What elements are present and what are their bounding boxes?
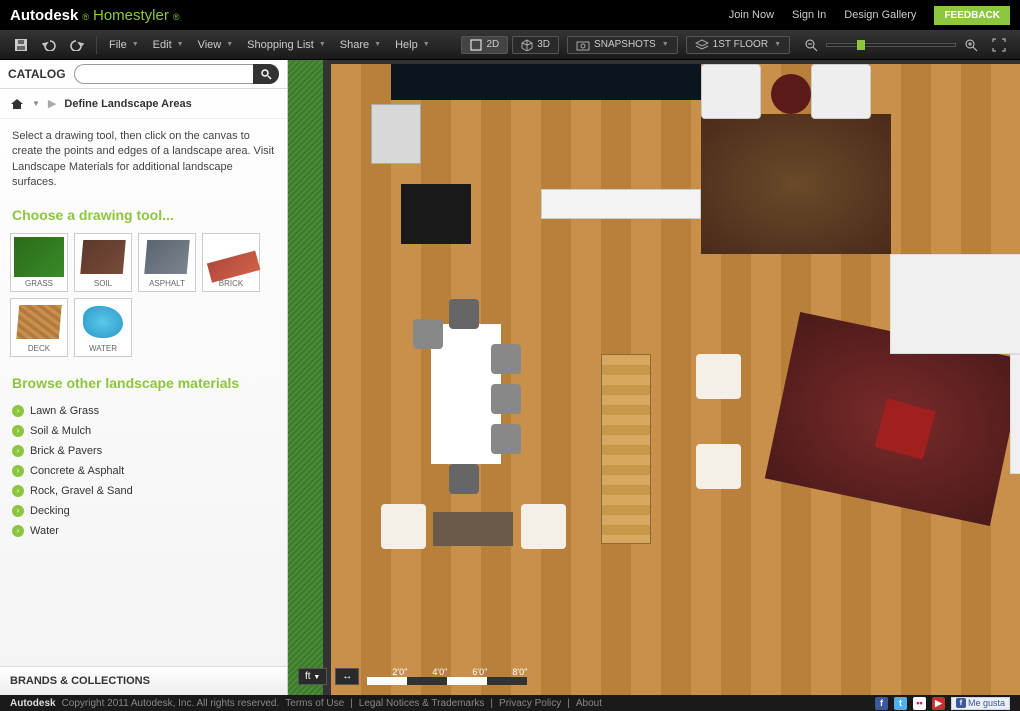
bullet-icon: › — [12, 445, 24, 457]
main-toolbar: File▼ Edit▼ View▼ Shopping List▼ Share▼ … — [0, 30, 1020, 60]
search-button[interactable] — [253, 64, 279, 84]
material-link[interactable]: ›Lawn & Grass — [12, 401, 275, 421]
flickr-icon[interactable]: •• — [913, 697, 926, 710]
chevron-right-icon: ▶ — [48, 97, 56, 110]
view-menu[interactable]: View▼ — [192, 35, 240, 55]
material-link[interactable]: ›Soil & Mulch — [12, 421, 275, 441]
privacy-link[interactable]: Privacy Policy — [499, 698, 561, 709]
footer-brand: Autodesk — [10, 698, 56, 709]
tool-soil[interactable]: SOIL — [74, 233, 132, 292]
bullet-icon: › — [12, 505, 24, 517]
bullet-icon: › — [12, 425, 24, 437]
zoom-handle[interactable] — [857, 40, 865, 50]
redo-icon — [70, 39, 84, 51]
bullet-icon: › — [12, 465, 24, 477]
facebook-like-button[interactable]: fMe gusta — [951, 697, 1010, 710]
view-2d-button[interactable]: 2D — [461, 36, 508, 54]
bullet-icon: › — [12, 485, 24, 497]
layers-icon — [695, 39, 709, 51]
material-link[interactable]: ›Concrete & Asphalt — [12, 461, 275, 481]
join-now-link[interactable]: Join Now — [729, 9, 774, 21]
twitter-icon[interactable]: t — [894, 697, 907, 710]
youtube-icon[interactable]: ▶ — [932, 697, 945, 710]
about-link[interactable]: About — [576, 698, 602, 709]
breadcrumb: ▼ ▶ Define Landscape Areas — [0, 89, 287, 119]
material-link[interactable]: ›Brick & Pavers — [12, 441, 275, 461]
cube-icon — [521, 39, 533, 51]
legal-link[interactable]: Legal Notices & Trademarks — [359, 698, 485, 709]
breadcrumb-current: Define Landscape Areas — [64, 98, 191, 110]
choose-tool-heading: Choose a drawing tool... — [0, 201, 287, 229]
help-menu[interactable]: Help▼ — [389, 35, 436, 55]
tool-deck[interactable]: DECK — [10, 298, 68, 357]
drawing-tool-grid: GRASSSOILASPHALTBRICK DECKWATER — [0, 229, 287, 369]
material-link[interactable]: ›Water — [12, 521, 275, 541]
camera-icon — [576, 39, 590, 51]
zoom-out-icon — [804, 38, 818, 52]
share-menu[interactable]: Share▼ — [334, 35, 387, 55]
catalog-search-input[interactable] — [74, 64, 253, 84]
redo-button[interactable] — [64, 35, 90, 55]
app-header: Autodesk® Homestyler® Join Now Sign In D… — [0, 0, 1020, 30]
sign-in-link[interactable]: Sign In — [792, 9, 826, 21]
edit-menu[interactable]: Edit▼ — [147, 35, 190, 55]
material-link[interactable]: ›Rock, Gravel & Sand — [12, 481, 275, 501]
header-links: Join Now Sign In Design Gallery FEEDBACK — [729, 6, 1010, 25]
browse-materials-heading: Browse other landscape materials — [0, 369, 287, 397]
app-footer: Autodesk Copyright 2011 Autodesk, Inc. A… — [0, 695, 1020, 711]
tool-brick[interactable]: BRICK — [202, 233, 260, 292]
save-icon — [14, 38, 28, 52]
instructions-text: Select a drawing tool, then click on the… — [0, 119, 287, 201]
home-icon[interactable] — [10, 98, 24, 110]
save-button[interactable] — [8, 34, 34, 56]
brand-logo: Autodesk® Homestyler® — [10, 7, 179, 24]
zoom-out-button[interactable] — [798, 34, 824, 56]
material-link[interactable]: ›Decking — [12, 501, 275, 521]
measure-button[interactable]: ↔ — [335, 668, 359, 685]
copyright-text: Copyright 2011 Autodesk, Inc. All rights… — [62, 698, 280, 709]
undo-button[interactable] — [36, 35, 62, 55]
plan-icon — [470, 39, 482, 51]
zoom-in-icon — [964, 38, 978, 52]
snapshots-button[interactable]: SNAPSHOTS▼ — [567, 36, 678, 54]
design-gallery-link[interactable]: Design Gallery — [844, 9, 916, 21]
feedback-button[interactable]: FEEDBACK — [934, 6, 1010, 25]
fullscreen-icon — [992, 38, 1006, 52]
brands-collections-bar[interactable]: BRANDS & COLLECTIONS — [0, 666, 287, 695]
tool-water[interactable]: WATER — [74, 298, 132, 357]
tool-asphalt[interactable]: ASPHALT — [138, 233, 196, 292]
scale-bar — [367, 677, 527, 685]
design-canvas[interactable]: ft ▼ ↔ 2'0" 4'0" 6'0" 8'0" — [288, 60, 1020, 695]
file-menu[interactable]: File▼ — [103, 35, 145, 55]
view-3d-button[interactable]: 3D — [512, 36, 559, 54]
bullet-icon: › — [12, 525, 24, 537]
bullet-icon: › — [12, 405, 24, 417]
zoom-in-button[interactable] — [958, 34, 984, 56]
shopping-list-menu[interactable]: Shopping List▼ — [241, 35, 332, 55]
terms-link[interactable]: Terms of Use — [285, 698, 344, 709]
brand-autodesk: Autodesk — [10, 7, 78, 24]
tool-grass[interactable]: GRASS — [10, 233, 68, 292]
fullscreen-button[interactable] — [986, 34, 1012, 56]
undo-icon — [42, 39, 56, 51]
unit-toggle[interactable]: ft ▼ — [298, 668, 327, 685]
catalog-title: CATALOG — [8, 67, 66, 81]
zoom-slider[interactable] — [826, 43, 956, 47]
facebook-icon[interactable]: f — [875, 697, 888, 710]
brand-homestyler: Homestyler — [93, 7, 169, 24]
search-icon — [260, 68, 272, 80]
catalog-sidebar: CATALOG ▼ ▶ Define Landscape Areas Selec… — [0, 60, 288, 695]
material-list: ›Lawn & Grass›Soil & Mulch›Brick & Paver… — [0, 397, 287, 553]
ruler-bar: ft ▼ ↔ 2'0" 4'0" 6'0" 8'0" — [298, 667, 527, 685]
floor-selector[interactable]: 1ST FLOOR▼ — [686, 36, 790, 54]
